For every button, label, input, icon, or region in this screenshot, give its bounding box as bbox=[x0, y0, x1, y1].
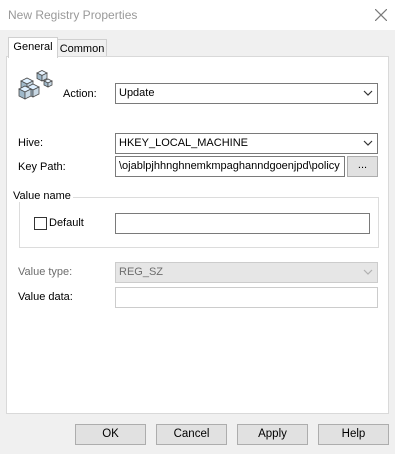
action-select[interactable]: Update bbox=[115, 83, 378, 104]
apply-button[interactable]: Apply bbox=[237, 424, 308, 445]
action-value: Update bbox=[119, 87, 155, 99]
browse-label: ... bbox=[357, 159, 368, 171]
value-data-label: Value data: bbox=[18, 291, 73, 303]
default-checkbox[interactable] bbox=[34, 217, 47, 230]
hive-label: Hive: bbox=[18, 137, 44, 149]
cancel-label: Cancel bbox=[173, 428, 210, 440]
value-data-input[interactable] bbox=[115, 287, 378, 308]
registry-cubes-icon bbox=[17, 69, 53, 101]
keypath-value: \ojablpjhhnghnemkmpaghanndgoenjpd\policy bbox=[119, 160, 340, 172]
close-button[interactable] bbox=[367, 0, 395, 30]
apply-label: Apply bbox=[258, 428, 287, 440]
chevron-down-icon bbox=[363, 90, 373, 96]
default-label: Default bbox=[49, 217, 84, 229]
hive-select[interactable]: HKEY_LOCAL_MACHINE bbox=[115, 133, 378, 154]
general-panel: Action: Update Hive: HKEY_LOCAL_MACHINE … bbox=[6, 56, 389, 414]
value-name-group-title: Value name bbox=[11, 190, 73, 202]
help-label: Help bbox=[341, 428, 366, 440]
chevron-down-icon bbox=[363, 140, 373, 146]
tab-general[interactable]: General bbox=[8, 37, 58, 58]
cancel-button[interactable]: Cancel bbox=[156, 424, 227, 445]
value-type-label: Value type: bbox=[18, 266, 73, 278]
value-type-select[interactable]: REG_SZ bbox=[115, 262, 378, 283]
hive-value: HKEY_LOCAL_MACHINE bbox=[119, 137, 248, 149]
ok-button[interactable]: OK bbox=[75, 424, 146, 445]
tab-common-label: Common bbox=[59, 43, 105, 55]
title-bar: New Registry Properties bbox=[0, 0, 395, 30]
keypath-label: Key Path: bbox=[18, 161, 66, 173]
value-type-value: REG_SZ bbox=[119, 266, 164, 278]
keypath-input[interactable]: \ojablpjhhnghnemkmpaghanndgoenjpd\policy bbox=[115, 156, 345, 177]
tab-general-label: General bbox=[13, 41, 53, 53]
value-name-input[interactable] bbox=[115, 213, 370, 234]
browse-button[interactable]: ... bbox=[347, 156, 378, 177]
window-title: New Registry Properties bbox=[8, 8, 138, 22]
ok-label: OK bbox=[102, 428, 119, 440]
close-icon bbox=[375, 9, 387, 21]
help-button[interactable]: Help bbox=[318, 424, 389, 445]
action-label: Action: bbox=[63, 88, 97, 100]
chevron-down-icon bbox=[363, 269, 373, 275]
